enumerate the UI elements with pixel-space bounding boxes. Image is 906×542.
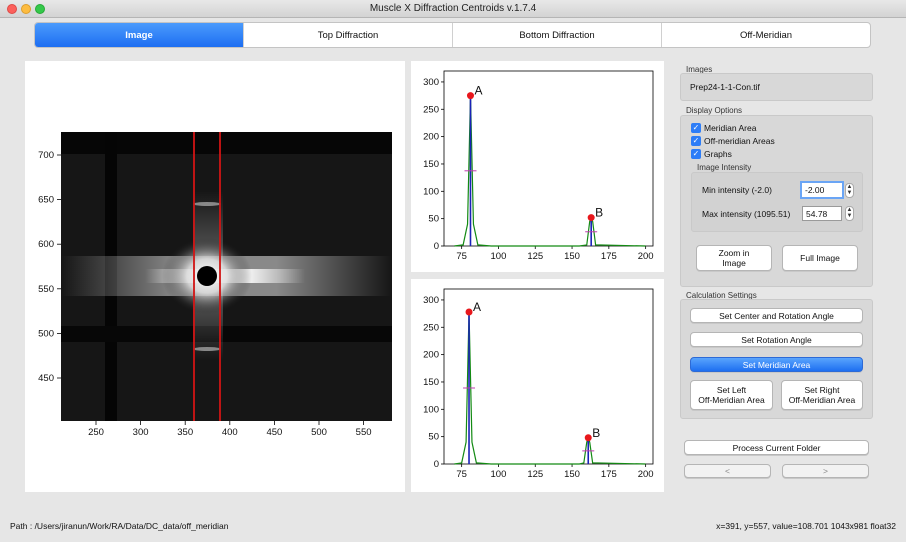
x-tick-label: 100: [491, 251, 507, 262]
peak-label: A: [474, 84, 482, 98]
intensity-group-title: Image Intensity: [697, 163, 752, 172]
set-left-off-meridian-button[interactable]: Set Left Off-Meridian Area: [690, 380, 773, 410]
peak-label: B: [595, 206, 603, 220]
x-tick-label: 300: [133, 427, 149, 438]
y-tick-label: 50: [428, 432, 439, 443]
y-tick-label: 200: [423, 132, 439, 143]
max-intensity-stepper[interactable]: ▲ ▼: [845, 206, 854, 221]
x-tick-label: 175: [601, 251, 617, 262]
x-tick-label: 200: [638, 251, 654, 262]
y-tick-label: 550: [38, 284, 54, 295]
intensity-line: [454, 311, 646, 465]
y-tick-label: 0: [434, 241, 439, 252]
y-tick-label: 300: [423, 77, 439, 88]
bottom-diffraction-panel: 0 50 100 150 200 250 300 75 100 125 150 175 200 A B: [411, 279, 664, 492]
graphs-checkbox[interactable]: ✓ Graphs: [691, 149, 732, 159]
y-tick-label: 0: [434, 459, 439, 470]
y-tick-label: 150: [423, 159, 439, 170]
status-pixel-info: x=391, y=557, value=108.701 1043x981 flo…: [716, 521, 896, 531]
y-tick-label: 150: [423, 377, 439, 388]
tab-bottom-diffraction[interactable]: Bottom Diffraction: [453, 23, 662, 47]
tab-bar: Image Top Diffraction Bottom Diffraction…: [34, 22, 871, 48]
image-panel: 250 300 350 400 450 500 550 700 650 600 550 500 450: [25, 61, 405, 492]
x-tick-label: 250: [88, 427, 104, 438]
y-tick-label: 650: [38, 195, 54, 206]
set-center-rotation-button[interactable]: Set Center and Rotation Angle: [690, 308, 863, 323]
app-window: Muscle X Diffraction Centroids v.1.7.4 I…: [0, 0, 906, 542]
tab-off-meridian[interactable]: Off-Meridian: [662, 23, 870, 47]
meridian-area-checkbox[interactable]: ✓ Meridian Area: [691, 123, 756, 133]
set-meridian-area-button[interactable]: Set Meridian Area: [690, 357, 863, 372]
next-button[interactable]: >: [782, 464, 869, 478]
intensity-line: [454, 95, 646, 247]
title-bar: Muscle X Diffraction Centroids v.1.7.4: [0, 0, 906, 18]
previous-button[interactable]: <: [684, 464, 771, 478]
x-tick-label: 125: [527, 251, 543, 262]
diffraction-image-plot[interactable]: 250 300 350 400 450 500 550 700 650 600 550 500 450: [25, 61, 405, 492]
x-tick-label: 350: [177, 427, 193, 438]
y-tick-label: 200: [423, 350, 439, 361]
x-tick-label: 75: [456, 251, 467, 262]
y-tick-label: 700: [38, 150, 54, 161]
status-path: Path : /Users/jiranun/Work/RA/Data/DC_da…: [10, 521, 229, 531]
top-diffraction-plot[interactable]: 0 50 100 150 200 250 300 75 100 125 150 175 200 A B: [411, 61, 664, 272]
peak-marker: [584, 434, 592, 442]
image-intensity-section: Min intensity (-2.0) -2.00 ▲ ▼ Max intens…: [691, 172, 863, 232]
display-group-title: Display Options: [686, 106, 743, 115]
min-intensity-label: Min intensity (-2.0): [702, 185, 772, 195]
check-icon: ✓: [691, 123, 701, 133]
images-section: Prep24-1-1-Con.tif: [680, 73, 873, 101]
check-icon: ✓: [691, 136, 701, 146]
bottom-diffraction-plot[interactable]: 0 50 100 150 200 250 300 75 100 125 150 175 200 A B: [411, 279, 664, 492]
y-tick-label: 500: [38, 328, 54, 339]
plot-frame: [443, 288, 654, 465]
image-filename: Prep24-1-1-Con.tif: [690, 82, 760, 92]
x-tick-label: 175: [601, 469, 617, 480]
y-tick-label: 250: [423, 104, 439, 115]
max-intensity-label: Max intensity (1095.51): [702, 209, 791, 219]
x-tick-label: 400: [222, 427, 238, 438]
y-tick-label: 250: [423, 322, 439, 333]
max-intensity-input[interactable]: 54.78: [802, 206, 842, 221]
x-tick-label: 450: [266, 427, 282, 438]
x-tick-label: 125: [527, 469, 543, 480]
set-right-off-meridian-button[interactable]: Set Right Off-Meridian Area: [781, 380, 863, 410]
calculation-settings-section: Set Center and Rotation Angle Set Rotati…: [680, 299, 873, 419]
set-rotation-angle-button[interactable]: Set Rotation Angle: [690, 332, 863, 347]
y-tick-label: 100: [423, 186, 439, 197]
x-tick-label: 150: [564, 251, 580, 262]
x-tick-label: 100: [491, 469, 507, 480]
off-meridian-areas-checkbox[interactable]: ✓ Off-meridian Areas: [691, 136, 775, 146]
peak-marker: [466, 92, 474, 100]
x-tick-label: 150: [564, 469, 580, 480]
peak-label: B: [592, 426, 600, 440]
min-intensity-input[interactable]: -2.00: [800, 181, 844, 199]
y-tick-label: 300: [423, 295, 439, 306]
tab-top-diffraction[interactable]: Top Diffraction: [244, 23, 453, 47]
process-folder-button[interactable]: Process Current Folder: [684, 440, 869, 455]
x-tick-label: 550: [356, 427, 372, 438]
top-diffraction-panel: 0 50 100 150 200 250 300 75 100 125 150 175 200 A B: [411, 61, 664, 272]
window-title: Muscle X Diffraction Centroids v.1.7.4: [369, 3, 537, 14]
tab-image[interactable]: Image: [35, 23, 244, 47]
peak-marker: [465, 308, 473, 316]
full-image-button[interactable]: Full Image: [782, 245, 858, 271]
peak-marker: [587, 214, 595, 222]
display-options-section: ✓ Meridian Area ✓ Off-meridian Areas ✓ Grap…: [680, 115, 873, 287]
y-tick-label: 450: [38, 373, 54, 384]
min-intensity-stepper[interactable]: ▲ ▼: [845, 183, 854, 198]
x-tick-label: 500: [311, 427, 327, 438]
y-tick-label: 100: [423, 404, 439, 415]
x-tick-label: 75: [456, 469, 467, 480]
check-icon: ✓: [691, 149, 701, 159]
x-tick-label: 200: [638, 469, 654, 480]
y-tick-label: 600: [38, 239, 54, 250]
peak-label: A: [473, 300, 481, 314]
zoom-in-image-button[interactable]: Zoom in Image: [696, 245, 772, 271]
y-tick-label: 50: [428, 214, 439, 225]
diffraction-image: [61, 132, 392, 421]
